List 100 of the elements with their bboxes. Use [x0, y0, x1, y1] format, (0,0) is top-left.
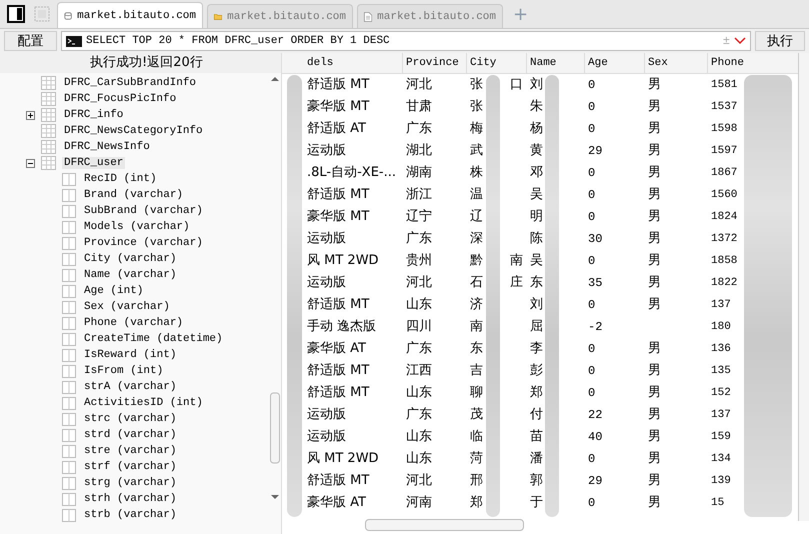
tree-item[interactable]: Phone (varchar): [82, 317, 186, 329]
table-cell-text: 黄: [529, 142, 544, 160]
table-cell-text: 菏: [470, 450, 483, 468]
panel-toggle-icon[interactable]: [7, 5, 25, 23]
table-cell-text: -2: [587, 319, 604, 336]
column-header[interactable]: Phone: [708, 53, 800, 74]
table-icon: [41, 76, 56, 90]
table-cell-text: 35: [587, 275, 604, 292]
table-cell-text: 0: [587, 385, 596, 402]
table-icon: [41, 156, 56, 170]
config-button[interactable]: 配置: [4, 31, 57, 51]
table-cell-text: 180: [710, 320, 732, 335]
column-icon: [62, 428, 76, 442]
browser-tab[interactable]: market.bitauto.com: [57, 2, 203, 28]
tree-item[interactable]: strf (varchar): [82, 461, 178, 473]
tree-item[interactable]: strA (varchar): [82, 381, 178, 393]
table-cell-text: 男: [647, 186, 662, 204]
tree-item[interactable]: Province (varchar): [82, 237, 205, 249]
table-cell-text: 四川: [405, 318, 433, 336]
column-header[interactable]: Sex: [645, 53, 708, 74]
table-cell-text: 男: [647, 76, 662, 94]
table-cell-text: 湖北: [405, 142, 433, 160]
column-icon: [62, 204, 76, 218]
run-button[interactable]: 执行: [755, 31, 805, 51]
table-cell-text: 张: [470, 76, 483, 94]
table-cell-text: 手动 逸杰版: [306, 318, 378, 336]
column-icon: [62, 508, 76, 522]
tree-item[interactable]: DFRC_NewsCategoryInfo: [62, 125, 205, 137]
tree-item[interactable]: Name (varchar): [82, 269, 178, 281]
table-cell-text: 豪华版 AT: [306, 494, 367, 512]
table-cell-text: 聊: [470, 384, 483, 402]
table-cell-text: 22: [587, 407, 604, 424]
tree-item[interactable]: Models (varchar): [82, 221, 192, 233]
tree-item[interactable]: strc (varchar): [82, 413, 178, 425]
tree-item[interactable]: IsReward (int): [82, 349, 178, 361]
plus-icon: [27, 112, 34, 118]
expand-toggle[interactable]: [26, 110, 35, 120]
tree-item[interactable]: SubBrand (varchar): [82, 205, 205, 217]
column-header[interactable]: Age: [585, 53, 645, 74]
table-cell-text: 男: [647, 120, 662, 138]
expand-toggle[interactable]: [26, 158, 35, 168]
tree-item[interactable]: IsFrom (int): [82, 365, 166, 377]
table-cell-text: 屈: [529, 318, 544, 336]
table-cell-text: 1537: [710, 100, 738, 115]
tree-item[interactable]: ActivitiesID (int): [82, 397, 205, 409]
table-cell-text: 河北: [405, 472, 433, 490]
column-icon: [62, 300, 76, 314]
tree-item[interactable]: DFRC_CarSubBrandInfo: [62, 77, 198, 89]
tree-item[interactable]: Age (int): [82, 285, 146, 297]
table-cell-text: 舒适版 MT: [306, 384, 370, 402]
column-header[interactable]: Name: [527, 53, 585, 74]
table-cell-text: 0: [587, 341, 596, 358]
column-header[interactable]: dels: [304, 53, 403, 74]
table-cell-text: 1597: [710, 144, 738, 159]
table-cell-text: 朱: [529, 98, 544, 116]
table-cell-text: 梅: [470, 120, 483, 138]
tree-item[interactable]: RecID (int): [82, 173, 159, 185]
document-icon: [364, 10, 372, 24]
column-icon: [62, 396, 76, 410]
table-cell-text: 东: [529, 274, 544, 292]
tree-item[interactable]: DFRC_info: [62, 109, 126, 121]
tree-item[interactable]: Brand (varchar): [82, 189, 186, 201]
table-cell-text: 风 MT 2WD: [306, 252, 380, 270]
tree-item[interactable]: strg (varchar): [82, 477, 178, 489]
tree-item[interactable]: strh (varchar): [82, 493, 178, 505]
table-cell-text: 舒适版 MT: [306, 296, 370, 314]
tree-item[interactable]: Sex (varchar): [82, 301, 172, 313]
tree-item[interactable]: strd (varchar): [82, 429, 178, 441]
tree-item[interactable]: DFRC_NewsInfo: [62, 141, 152, 153]
table-cell-text: 运动版: [306, 274, 347, 292]
table-cell-text: 1824: [710, 210, 738, 225]
caret-icon[interactable]: [734, 37, 746, 45]
column-icon: [62, 412, 76, 426]
tree-item[interactable]: strb (varchar): [82, 509, 178, 521]
table-cell-text: 139: [710, 474, 732, 489]
table-cell-text: 山东: [405, 428, 433, 446]
table-cell-text: 郑: [470, 494, 483, 512]
table-cell-text: 豪华版 MT: [306, 98, 370, 116]
table-cell-text: 河北: [405, 76, 433, 94]
table-cell-text: 男: [647, 428, 662, 446]
table-cell-text: 1867: [710, 166, 738, 181]
tree-item[interactable]: City (varchar): [82, 253, 178, 265]
column-header[interactable]: Province: [403, 53, 467, 74]
tree-item[interactable]: stre (varchar): [82, 445, 178, 457]
table-cell-text: 1372: [710, 232, 738, 247]
query-field[interactable]: SELECT TOP 20 * FROM DFRC_user ORDER BY 1 DESC ±: [61, 31, 751, 51]
table-cell-text: 茂: [470, 406, 483, 424]
table-cell-text: 男: [647, 494, 662, 512]
tree-item[interactable]: DFRC_FocusPicInfo: [62, 93, 178, 105]
table-cell-text: 男: [647, 252, 662, 270]
table-icon: [41, 92, 56, 106]
horizontal-scrollbar[interactable]: [365, 519, 524, 531]
column-icon: [62, 268, 76, 282]
table-cell-text: 134: [710, 452, 732, 467]
table-cell-text: 男: [647, 142, 662, 160]
tree-item[interactable]: CreateTime (datetime): [82, 333, 225, 345]
column-icon: [62, 332, 76, 346]
column-header[interactable]: City: [467, 53, 527, 74]
tree-item[interactable]: DFRC_user: [62, 157, 126, 169]
table-cell-text: 付: [529, 406, 544, 424]
